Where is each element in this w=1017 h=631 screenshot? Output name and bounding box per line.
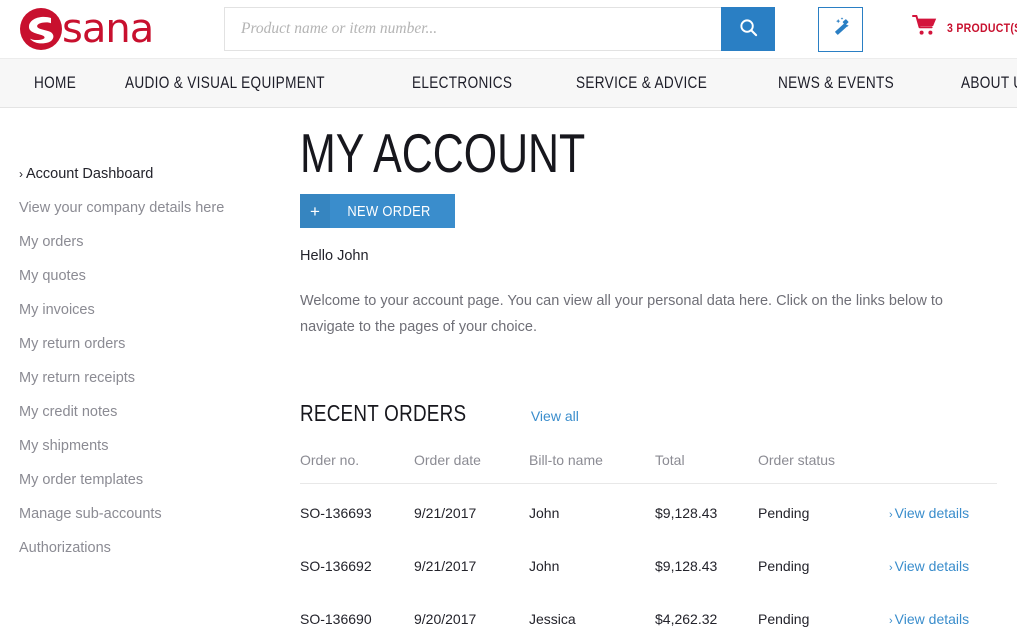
column-header-order-date[interactable]: Order date <box>414 452 529 484</box>
column-header-bill-to-name[interactable]: Bill-to name <box>529 452 655 484</box>
column-header-order-no[interactable]: Order no. <box>300 452 414 484</box>
chevron-right-icon: › <box>889 615 893 627</box>
brand-logo[interactable]: sana <box>18 6 198 52</box>
view-details-label: View details <box>894 558 970 574</box>
sidebar-item-company-details[interactable]: View your company details here <box>19 200 300 217</box>
cell-total: $9,128.43 <box>655 505 718 521</box>
nav-item-about-us[interactable]: ABOUT US <box>961 73 1017 93</box>
chevron-right-icon: › <box>889 562 893 574</box>
chevron-right-icon: › <box>889 509 893 521</box>
cell-order-no: SO-136693 <box>300 505 372 521</box>
cell-total: $4,262.32 <box>655 611 718 627</box>
cart-count-label: 3 PRODUCT(S) <box>947 20 1017 35</box>
cell-order-no: SO-136692 <box>300 558 372 574</box>
shopping-cart-icon <box>912 14 938 41</box>
sidebar-item-label: Account Dashboard <box>26 166 154 182</box>
view-details-link[interactable]: › View details <box>889 558 969 574</box>
cell-bill-to-name: John <box>529 558 560 574</box>
table-header-row: Order no. Order date Bill-to name Total … <box>300 452 997 484</box>
table-body: SO-136693 9/21/2017 John $9,128.43 Pendi… <box>300 484 997 631</box>
column-header-total[interactable]: Total <box>655 452 758 484</box>
cell-bill-to-name: Jessica <box>529 611 576 627</box>
cell-actions: › View details <box>889 590 997 631</box>
sidebar-item-manage-sub-accounts[interactable]: Manage sub-accounts <box>19 506 300 523</box>
main-navigation: HOME AUDIO & VISUAL EQUIPMENT ELECTRONIC… <box>0 58 1017 108</box>
view-details-label: View details <box>894 611 970 627</box>
cell-order-no: SO-136690 <box>300 611 372 627</box>
sidebar-item-my-credit-notes[interactable]: My credit notes <box>19 404 300 421</box>
cell-order-date: 9/21/2017 <box>414 505 477 521</box>
cell-order-status: Pending <box>758 505 810 521</box>
search-icon <box>739 18 758 40</box>
cell-order-date: 9/20/2017 <box>414 611 477 627</box>
table-row: SO-136693 9/21/2017 John $9,128.43 Pendi… <box>300 484 997 538</box>
sidebar-item-authorizations[interactable]: Authorizations <box>19 540 300 557</box>
plus-icon: + <box>300 194 330 228</box>
recent-orders-title: RECENT ORDERS <box>300 400 467 426</box>
sana-swirl-logo-icon <box>18 6 64 52</box>
sidebar-item-my-return-receipts[interactable]: My return receipts <box>19 370 300 387</box>
view-details-label: View details <box>894 505 970 521</box>
sidebar-item-my-orders[interactable]: My orders <box>19 234 300 251</box>
nav-item-home[interactable]: HOME <box>34 73 76 93</box>
brand-name: sana <box>62 6 154 52</box>
nav-item-news-events[interactable]: NEWS & EVENTS <box>778 73 894 93</box>
column-header-order-status[interactable]: Order status <box>758 452 889 484</box>
cell-actions: › View details <box>889 537 997 590</box>
page-title: MY ACCOUNT <box>300 122 586 184</box>
welcome-text: Welcome to your account page. You can vi… <box>300 293 943 335</box>
greeting-text: Hello John <box>300 248 369 264</box>
sidebar-item-my-order-templates[interactable]: My order templates <box>19 472 300 489</box>
sidebar-item-my-shipments[interactable]: My shipments <box>19 438 300 455</box>
search-bar <box>224 7 775 51</box>
chevron-right-icon: › <box>19 167 23 181</box>
search-button[interactable] <box>721 7 775 51</box>
view-details-link[interactable]: › View details <box>889 611 969 627</box>
cart-button[interactable]: 3 PRODUCT(S) <box>912 14 1017 41</box>
recent-orders-header: RECENT ORDERS View all <box>300 400 997 427</box>
cell-actions: › View details <box>889 484 997 538</box>
sidebar-item-my-return-orders[interactable]: My return orders <box>19 336 300 353</box>
column-header-actions <box>889 452 997 484</box>
table-row: SO-136692 9/21/2017 John $9,128.43 Pendi… <box>300 537 997 590</box>
view-details-link[interactable]: › View details <box>889 505 969 521</box>
quick-order-button[interactable] <box>818 7 863 52</box>
main-content: MY ACCOUNT + NEW ORDER Hello John Welcom… <box>300 108 1017 631</box>
table-row: SO-136690 9/20/2017 Jessica $4,262.32 Pe… <box>300 590 997 631</box>
sidebar-item-my-quotes[interactable]: My quotes <box>19 268 300 285</box>
search-input[interactable] <box>224 7 721 51</box>
nav-item-service-advice[interactable]: SERVICE & ADVICE <box>576 73 707 93</box>
sidebar-item-my-invoices[interactable]: My invoices <box>19 302 300 319</box>
account-sidebar: › Account Dashboard View your company det… <box>0 108 300 631</box>
page-body: › Account Dashboard View your company det… <box>0 108 1017 631</box>
cell-total: $9,128.43 <box>655 558 718 574</box>
view-all-link[interactable]: View all <box>531 408 579 424</box>
nav-item-electronics[interactable]: ELECTRONICS <box>412 73 512 93</box>
cell-order-status: Pending <box>758 558 810 574</box>
cell-order-date: 9/21/2017 <box>414 558 477 574</box>
table-header: Order no. Order date Bill-to name Total … <box>300 452 997 484</box>
new-order-button-label: NEW ORDER <box>347 202 431 220</box>
sidebar-item-account-dashboard[interactable]: › Account Dashboard <box>19 166 300 183</box>
new-order-button[interactable]: + NEW ORDER <box>300 194 455 228</box>
site-header: sana Product name or item number... 3 PR… <box>0 0 1017 58</box>
cell-order-status: Pending <box>758 611 810 627</box>
magic-wand-icon <box>829 15 853 44</box>
recent-orders-table: Order no. Order date Bill-to name Total … <box>300 452 997 631</box>
nav-item-audio-visual-equipment[interactable]: AUDIO & VISUAL EQUIPMENT <box>125 73 325 93</box>
cell-bill-to-name: John <box>529 505 560 521</box>
